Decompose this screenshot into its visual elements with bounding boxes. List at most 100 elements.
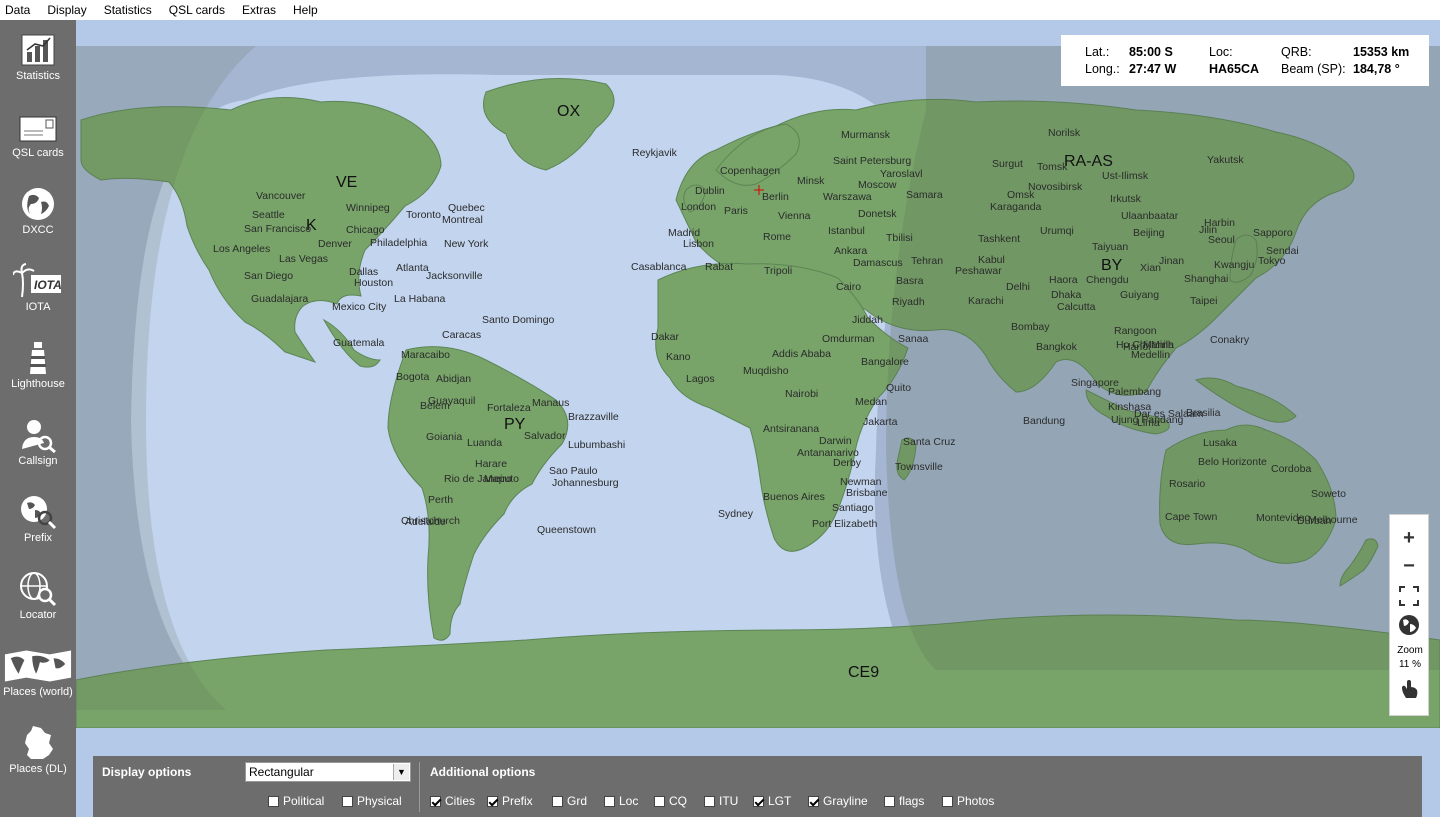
zoom-in-button[interactable]: + bbox=[1394, 525, 1424, 551]
city-label: Rangoon bbox=[1114, 325, 1157, 337]
pan-hand-icon[interactable] bbox=[1400, 678, 1420, 700]
city-label: Murmansk bbox=[841, 129, 891, 141]
checkbox-box[interactable] bbox=[342, 795, 353, 807]
svg-text:IOTA: IOTA bbox=[34, 278, 62, 292]
sidebar-item-callsign[interactable]: Callsign bbox=[0, 405, 76, 482]
city-label: Rome bbox=[763, 231, 791, 243]
checkbox-box[interactable] bbox=[704, 795, 715, 807]
checkbox-grayline[interactable]: Grayline bbox=[808, 794, 868, 808]
city-label: Sapporo bbox=[1253, 227, 1293, 239]
menu-data[interactable]: Data bbox=[0, 0, 42, 20]
chevron-down-icon[interactable]: ▼ bbox=[393, 764, 409, 780]
city-label: Yakutsk bbox=[1207, 154, 1244, 166]
checkbox-cq[interactable]: CQ bbox=[654, 794, 687, 808]
city-label: Irkutsk bbox=[1110, 193, 1142, 205]
sidebar-item-places-world[interactable]: Places (world) bbox=[0, 636, 76, 713]
fullscreen-icon[interactable] bbox=[1398, 585, 1420, 607]
checkbox-box[interactable] bbox=[487, 795, 498, 807]
menu-help[interactable]: Help bbox=[288, 0, 330, 20]
checkbox-box[interactable] bbox=[604, 795, 615, 807]
sidebar-item-label: Places (world) bbox=[3, 686, 73, 698]
sidebar-item-lighthouse[interactable]: Lighthouse bbox=[0, 328, 76, 405]
city-label: Berlin bbox=[762, 191, 789, 203]
checkbox-box[interactable] bbox=[430, 795, 441, 807]
city-label: Winnipeg bbox=[346, 202, 390, 214]
projection-select[interactable]: Rectangular ▼ bbox=[245, 762, 411, 782]
city-label: Quito bbox=[886, 382, 911, 394]
menu-extras[interactable]: Extras bbox=[237, 0, 288, 20]
city-label: Bombay bbox=[1011, 321, 1050, 333]
city-label: Guiyang bbox=[1120, 289, 1159, 301]
city-label: Brisbane bbox=[846, 487, 888, 499]
checkbox-photos[interactable]: Photos bbox=[942, 794, 994, 808]
sidebar-item-statistics[interactable]: Statistics bbox=[0, 20, 76, 97]
city-label: Maracaibo bbox=[401, 349, 450, 361]
sidebar-item-prefix[interactable]: Prefix bbox=[0, 482, 76, 559]
prefix-search-icon bbox=[21, 496, 57, 530]
city-label: Sydney bbox=[718, 508, 754, 520]
long-label: Long.: bbox=[1085, 62, 1120, 76]
city-label: Fortaleza bbox=[487, 402, 531, 414]
checkbox-box[interactable] bbox=[942, 795, 953, 807]
city-label: Muqdisho bbox=[743, 365, 789, 377]
political-checkbox[interactable]: Political bbox=[268, 794, 324, 808]
city-label: Palembang bbox=[1108, 386, 1161, 398]
city-label: Soweto bbox=[1311, 488, 1346, 500]
checkbox-grd[interactable]: Grd bbox=[552, 794, 587, 808]
checkbox-cities[interactable]: Cities bbox=[430, 794, 475, 808]
sidebar-item-iota[interactable]: IOTA IOTA bbox=[0, 251, 76, 328]
sidebar-item-label: DXCC bbox=[22, 224, 54, 236]
map-canvas[interactable]: OX VE K RA-AS BY PY CE9 ReykjavikCopenha… bbox=[76, 20, 1440, 758]
city-label: Dakar bbox=[651, 331, 680, 343]
city-label: Luanda bbox=[467, 437, 502, 449]
checkbox-box[interactable] bbox=[268, 795, 279, 807]
sidebar-item-dxcc[interactable]: DXCC bbox=[0, 174, 76, 251]
checkbox-itu[interactable]: ITU bbox=[704, 794, 738, 808]
sidebar-item-qsl-cards[interactable]: QSL cards bbox=[0, 97, 76, 174]
city-label: Tashkent bbox=[978, 233, 1020, 245]
city-label: Istanbul bbox=[828, 225, 865, 237]
prefix-label: RA-AS bbox=[1064, 153, 1113, 170]
qrb-label: QRB: bbox=[1281, 45, 1312, 59]
sidebar-item-label: QSL cards bbox=[12, 147, 64, 159]
sidebar-item-locator[interactable]: Locator bbox=[0, 559, 76, 636]
checkbox-box[interactable] bbox=[552, 795, 563, 807]
loc-value: HA65CA bbox=[1209, 62, 1260, 76]
physical-checkbox[interactable]: Physical bbox=[342, 794, 402, 808]
world-map[interactable]: OX VE K RA-AS BY PY CE9 Reykjavik Copenha… bbox=[76, 20, 1440, 758]
city-label: Salvador bbox=[524, 430, 566, 442]
menu-qsl-cards[interactable]: QSL cards bbox=[164, 0, 237, 20]
city-label: Minsk bbox=[797, 175, 825, 187]
sidebar-item-label: Callsign bbox=[18, 455, 58, 467]
city-label: Houston bbox=[354, 277, 393, 289]
checkbox-prefix[interactable]: Prefix bbox=[487, 794, 533, 808]
checkbox-box[interactable] bbox=[654, 795, 665, 807]
checkbox-label: Prefix bbox=[502, 794, 533, 808]
checkbox-lgt[interactable]: LGT bbox=[753, 794, 791, 808]
checkbox-box[interactable] bbox=[753, 795, 764, 807]
city-label: Guadalajara bbox=[251, 293, 308, 305]
checkbox-flags[interactable]: flags bbox=[884, 794, 924, 808]
checkbox-loc[interactable]: Loc bbox=[604, 794, 638, 808]
city-label: Belo Horizonte bbox=[1198, 456, 1267, 468]
globe-view-icon[interactable] bbox=[1398, 614, 1420, 636]
checkbox-box[interactable] bbox=[808, 795, 819, 807]
city-label: Brasilia bbox=[1186, 407, 1221, 419]
city-label: Townsville bbox=[895, 461, 943, 473]
city-label: Urumqi bbox=[1040, 225, 1074, 237]
menu-display[interactable]: Display bbox=[42, 0, 98, 20]
city-label: Santo Domingo bbox=[482, 314, 555, 326]
checkbox-label: CQ bbox=[669, 794, 687, 808]
checkbox-box[interactable] bbox=[884, 795, 895, 807]
beam-label: Beam (SP): bbox=[1281, 62, 1346, 76]
checkbox-label: Photos bbox=[957, 794, 995, 808]
city-label: Lagos bbox=[686, 373, 715, 385]
zoom-out-button[interactable]: − bbox=[1394, 553, 1424, 579]
city-label: Jinan bbox=[1159, 255, 1184, 267]
city-label: Los Angeles bbox=[213, 243, 270, 255]
menu-statistics[interactable]: Statistics bbox=[99, 0, 164, 20]
sidebar-item-places-dl[interactable]: Places (DL) bbox=[0, 713, 76, 790]
projection-value: Rectangular bbox=[249, 765, 314, 779]
sidebar-item-label: Prefix bbox=[23, 532, 53, 544]
city-label: Melbourne bbox=[1308, 514, 1358, 526]
